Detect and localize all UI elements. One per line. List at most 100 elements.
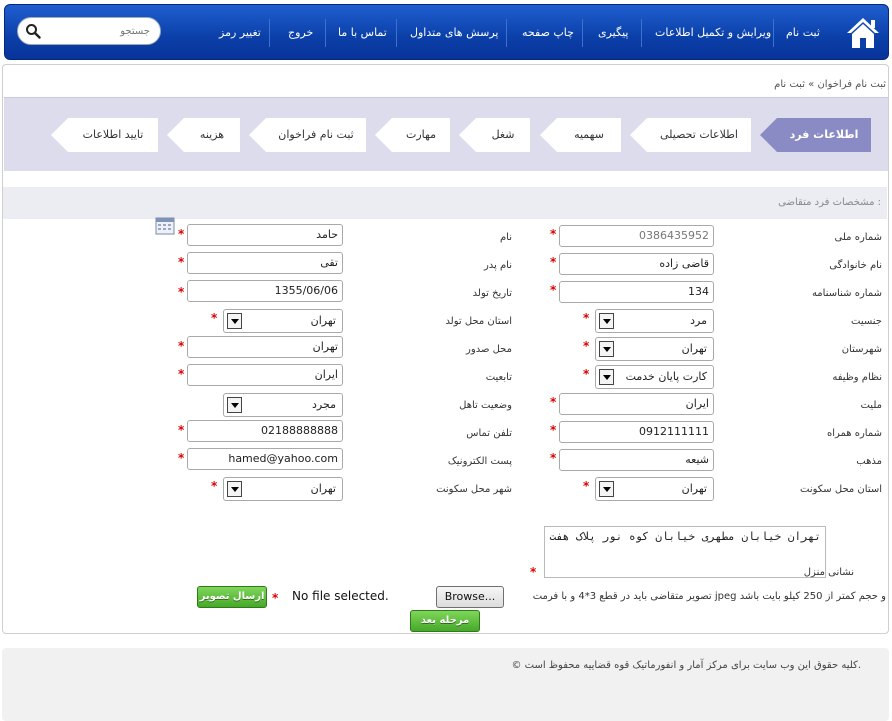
birth-date-label: تاریخ تولد <box>472 288 512 299</box>
phone-field[interactable]: 02188888888 <box>187 420 343 442</box>
step-job[interactable]: شغل <box>459 118 530 152</box>
required-mark: * <box>583 367 590 381</box>
county-label: شهرستان <box>841 344 882 355</box>
issue-place-field[interactable]: تهران <box>187 336 343 358</box>
citizenship-field[interactable]: ایران <box>187 364 343 386</box>
religion-field[interactable]: شیعه <box>559 449 714 471</box>
nav-register[interactable]: ثبت نام <box>786 5 820 61</box>
step-call-registration[interactable]: ثبت نام فراخوان <box>249 118 366 152</box>
nav-print-page[interactable]: چاپ صفحه <box>522 5 574 61</box>
gender-label: جنسیت <box>851 316 882 327</box>
military-select[interactable]: کارت پایان خدمت <box>595 365 714 389</box>
required-mark: * <box>583 479 590 493</box>
browse-button[interactable]: Browse... <box>436 586 504 608</box>
residence-province-value: تهران <box>681 482 707 495</box>
nav-faq[interactable]: پرسش های متداول <box>410 5 498 61</box>
citizenship-label: تابعیت <box>485 372 512 383</box>
nav-divider <box>582 19 583 47</box>
id-number-label: شماره شناسنامه <box>811 288 882 299</box>
top-navbar: تغییر رمز خروج تماس با ما پرسش های متداو… <box>4 4 889 60</box>
father-name-label: نام پدر <box>483 260 512 271</box>
nationality-field[interactable]: ایران <box>559 393 714 415</box>
residence-province-select[interactable]: تهران <box>595 477 714 501</box>
step-quota[interactable]: سهمیه <box>540 118 621 152</box>
required-mark: * <box>550 283 557 297</box>
search-input[interactable] <box>48 23 150 39</box>
nav-divider <box>325 19 326 47</box>
birth-date-field[interactable]: 1355/06/06 <box>187 280 343 302</box>
nav-tracking[interactable]: پیگیری <box>598 5 628 61</box>
step-confirm-info[interactable]: تایید اطلاعات <box>51 118 158 152</box>
step-personal-info[interactable]: اطلاعات فرد <box>760 118 871 152</box>
last-name-field[interactable]: قاضی زاده <box>559 253 714 275</box>
nav-divider <box>506 19 507 47</box>
mobile-label: شماره همراه <box>826 428 882 439</box>
step-skill[interactable]: مهارت <box>375 118 450 152</box>
residence-city-value: تهران <box>310 482 336 495</box>
chevron-down-icon[interactable] <box>599 369 614 385</box>
next-step-button[interactable]: مرحله بعد <box>410 610 480 632</box>
chevron-down-icon[interactable] <box>227 313 242 329</box>
military-value: کارت پایان خدمت <box>625 370 707 383</box>
nav-edit-info[interactable]: ویرایش و تکمیل اطلاعات <box>655 5 771 61</box>
first-name-field[interactable]: حامد <box>187 224 343 246</box>
nav-divider <box>773 19 774 47</box>
gender-select[interactable]: مرد <box>595 309 714 333</box>
required-mark: * <box>550 395 557 409</box>
required-mark: * <box>550 227 557 241</box>
nav-contact-us[interactable]: تماس با ما <box>338 5 387 61</box>
address-field[interactable]: تهران خیابان مطهری خیابان کوه نور پلاک ه… <box>544 526 826 578</box>
birth-province-label: استان محل تولد <box>445 316 512 327</box>
chevron-down-icon[interactable] <box>599 341 614 357</box>
last-name-label: نام خانوادگی <box>829 260 882 271</box>
email-field[interactable]: hamed@yahoo.com <box>187 448 343 470</box>
military-label: نظام وظیفه <box>832 372 882 383</box>
address-label: نشانی منزل <box>803 567 854 578</box>
calendar-icon[interactable] <box>155 217 175 235</box>
copyright-text: © کلیه حقوق این وب سایت برای مرکز آمار و… <box>511 660 861 671</box>
section-title: مشخصات فرد متقاضی : <box>3 187 887 219</box>
home-icon[interactable] <box>845 16 881 50</box>
required-mark: * <box>211 311 218 325</box>
mobile-field[interactable]: 0912111111 <box>559 421 714 443</box>
county-value: تهران <box>681 342 707 355</box>
religion-label: مذهب <box>856 456 882 467</box>
id-number-field[interactable]: 134 <box>559 281 714 303</box>
marital-select[interactable]: مجرد <box>223 393 343 417</box>
required-mark: * <box>178 255 185 269</box>
chevron-down-icon[interactable] <box>227 397 242 413</box>
chevron-down-icon[interactable] <box>599 313 614 329</box>
upload-photo-button[interactable]: ارسال تصویر <box>197 586 267 608</box>
father-name-field[interactable]: تقی <box>187 252 343 274</box>
nav-logout[interactable]: خروج <box>288 5 313 61</box>
search-box[interactable] <box>17 17 161 45</box>
required-mark: * <box>583 311 590 325</box>
required-mark: * <box>211 479 218 493</box>
birth-province-select[interactable]: تهران <box>223 309 343 333</box>
photo-note: تصویر متقاضی باید در قطع 3*4 و با فرمت j… <box>532 591 886 602</box>
nav-change-password[interactable]: تغییر رمز <box>219 5 261 61</box>
chevron-down-icon[interactable] <box>227 481 242 497</box>
step-education-info[interactable]: اطلاعات تحصیلی <box>630 118 751 152</box>
required-mark: * <box>530 565 537 579</box>
required-mark: * <box>550 451 557 465</box>
required-mark: * <box>178 339 185 353</box>
residence-city-select[interactable]: تهران <box>223 477 343 501</box>
required-mark: * <box>550 423 557 437</box>
chevron-down-icon[interactable] <box>599 481 614 497</box>
required-mark: * <box>178 367 185 381</box>
wizard-steps: اطلاعات فرد اطلاعات تحصیلی سهمیه شغل مها… <box>4 97 888 171</box>
nationality-label: ملیت <box>860 400 882 411</box>
issue-place-label: محل صدور <box>466 344 512 355</box>
gender-value: مرد <box>690 314 707 327</box>
step-fee[interactable]: هزینه <box>167 118 240 152</box>
nav-divider <box>641 19 642 47</box>
required-mark: * <box>178 423 185 437</box>
national-id-field[interactable]: 0386435952 <box>559 225 714 247</box>
county-select[interactable]: تهران <box>595 337 714 361</box>
marital-label: وضعیت تاهل <box>459 400 512 411</box>
breadcrumb[interactable]: ثبت نام فراخوان » ثبت نام <box>774 79 886 90</box>
national-id-label: شماره ملی <box>834 232 882 243</box>
required-mark: * <box>178 227 185 241</box>
search-icon[interactable] <box>25 23 41 39</box>
